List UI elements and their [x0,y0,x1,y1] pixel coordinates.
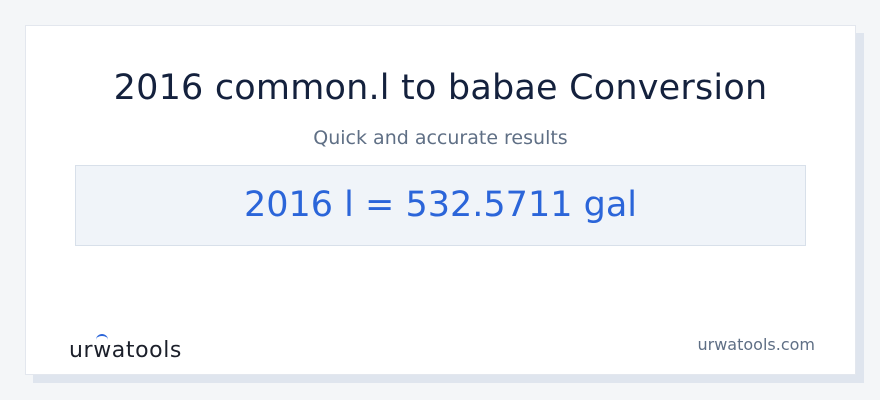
site-link[interactable]: urwatools.com [698,335,816,354]
urwatools-logo[interactable]: ur w atools [69,334,182,363]
conversion-result: 2016 l = 532.5711 gal [243,185,637,225]
result-box: 2016 l = 532.5711 gal [75,165,806,246]
logo-text-mark: w [93,334,112,363]
conversion-card: 2016 common.l to babae Conversion Quick … [25,25,856,375]
page-title: 2016 common.l to babae Conversion [113,68,768,108]
logo-text-part1: ur [69,338,94,363]
logo-text-part2: atools [111,338,182,363]
page-subtitle: Quick and accurate results [313,127,568,149]
